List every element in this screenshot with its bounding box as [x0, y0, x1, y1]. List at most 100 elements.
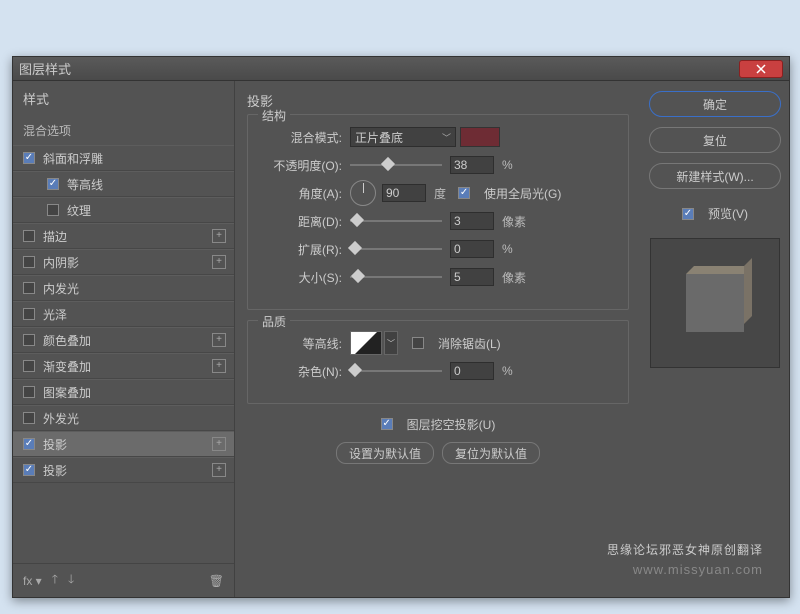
blend-mode-select[interactable]: 正片叠底 ﹀: [350, 127, 456, 147]
spread-slider[interactable]: [350, 242, 442, 256]
angle-input[interactable]: 90: [382, 184, 426, 202]
sidebar-item-label: 图案叠加: [43, 384, 91, 401]
sidebar-item-1[interactable]: 等高线: [13, 171, 234, 197]
layer-style-dialog: 图层样式 样式 混合选项 斜面和浮雕等高线纹理描边+ 内阴影 + 内发光光泽颜色叠加 +…: [12, 56, 790, 598]
sidebar-item-6[interactable]: 光泽: [13, 301, 234, 327]
sidebar-item-4[interactable]: 内阴影 +: [13, 249, 234, 275]
antialias-label: 消除锯齿(L): [438, 335, 501, 352]
sidebar-item-12[interactable]: 投影 +: [13, 457, 234, 483]
spread-label: 扩展(R):: [258, 241, 342, 258]
sidebar-item-8[interactable]: 渐变叠加 +: [13, 353, 234, 379]
distance-label: 距离(D):: [258, 213, 342, 230]
sidebar-item-11[interactable]: 投影 +: [13, 431, 234, 457]
noise-slider[interactable]: [350, 364, 442, 378]
contour-label: 等高线:: [258, 335, 342, 352]
sidebar-item-checkbox[interactable]: [23, 412, 35, 424]
sidebar-item-label: 投影: [43, 436, 67, 453]
close-button[interactable]: [739, 60, 783, 78]
sidebar-footer: fx ▾ 🡑 🡓 🗑: [13, 563, 234, 597]
sidebar-header: 样式: [13, 81, 234, 116]
structure-group: 结构 混合模式: 正片叠底 ﹀ 不透明度(O): 38 %: [247, 114, 629, 310]
sidebar-item-checkbox[interactable]: [23, 386, 35, 398]
contour-dropdown[interactable]: ﹀: [384, 331, 398, 355]
sidebar-item-label: 内阴影: [43, 254, 79, 271]
sidebar-item-checkbox[interactable]: [23, 464, 35, 476]
distance-input[interactable]: 3: [450, 212, 494, 230]
sidebar-item-3[interactable]: 描边+: [13, 223, 234, 249]
sidebar-item-checkbox[interactable]: [23, 334, 35, 346]
opacity-input[interactable]: 38: [450, 156, 494, 174]
right-column: 确定 复位 新建样式(W)... 预览(V): [641, 81, 789, 597]
size-input[interactable]: 5: [450, 268, 494, 286]
plus-icon[interactable]: +: [212, 359, 226, 373]
plus-icon[interactable]: +: [212, 333, 226, 347]
shadow-color-swatch[interactable]: [460, 127, 500, 147]
structure-legend: 结构: [258, 107, 290, 124]
preview-box: [650, 238, 780, 368]
sidebar-subheader[interactable]: 混合选项: [13, 116, 234, 145]
sidebar-item-label: 渐变叠加: [43, 358, 91, 375]
sidebar-item-5[interactable]: 内发光: [13, 275, 234, 301]
sidebar-item-checkbox[interactable]: [23, 308, 35, 320]
plus-icon[interactable]: +: [212, 463, 226, 477]
new-style-button[interactable]: 新建样式(W)...: [649, 163, 781, 189]
knockout-checkbox[interactable]: [381, 418, 393, 430]
noise-input[interactable]: 0: [450, 362, 494, 380]
noise-label: 杂色(N):: [258, 363, 342, 380]
angle-unit: 度: [434, 185, 446, 202]
sidebar-item-label: 斜面和浮雕: [43, 150, 103, 167]
antialias-checkbox[interactable]: [412, 337, 424, 349]
preview-label: 预览(V): [708, 205, 748, 222]
distance-slider[interactable]: [350, 214, 442, 228]
sidebar-item-9[interactable]: 图案叠加: [13, 379, 234, 405]
chevron-down-icon: ﹀: [442, 131, 451, 144]
spread-input[interactable]: 0: [450, 240, 494, 258]
opacity-slider[interactable]: [350, 158, 442, 172]
size-slider[interactable]: [350, 270, 442, 284]
plus-icon[interactable]: +: [212, 229, 226, 243]
sidebar-item-10[interactable]: 外发光: [13, 405, 234, 431]
sidebar-item-label: 等高线: [67, 176, 103, 193]
sidebar-item-checkbox[interactable]: [23, 360, 35, 372]
sidebar-item-label: 外发光: [43, 410, 79, 427]
sidebar-item-7[interactable]: 颜色叠加 +: [13, 327, 234, 353]
angle-dial[interactable]: [350, 180, 376, 206]
quality-group: 品质 等高线: ﹀ 消除锯齿(L) 杂色(N): 0: [247, 320, 629, 404]
sidebar-item-checkbox[interactable]: [23, 282, 35, 294]
up-icon[interactable]: 🡑: [52, 570, 58, 591]
sidebar-item-label: 投影: [43, 462, 67, 479]
preview-checkbox[interactable]: [682, 208, 694, 220]
global-light-checkbox[interactable]: [458, 187, 470, 199]
panel-title: 投影: [247, 91, 629, 110]
plus-icon[interactable]: +: [212, 437, 226, 451]
reset-default-button[interactable]: 复位为默认值: [442, 442, 540, 464]
sidebar-item-checkbox[interactable]: [47, 204, 59, 216]
size-label: 大小(S):: [258, 269, 342, 286]
preview-cube: [686, 274, 744, 332]
sidebar-item-checkbox[interactable]: [47, 178, 59, 190]
sidebar-item-checkbox[interactable]: [23, 152, 35, 164]
sidebar-item-0[interactable]: 斜面和浮雕: [13, 145, 234, 171]
sidebar-item-checkbox[interactable]: [23, 230, 35, 242]
trash-icon[interactable]: 🗑: [209, 574, 224, 588]
titlebar[interactable]: 图层样式: [13, 57, 789, 81]
sidebar-item-checkbox[interactable]: [23, 438, 35, 450]
sidebar-item-label: 内发光: [43, 280, 79, 297]
contour-picker[interactable]: [350, 331, 382, 355]
fx-icon[interactable]: fx ▾: [23, 574, 42, 588]
ok-button[interactable]: 确定: [649, 91, 781, 117]
knockout-label: 图层挖空投影(U): [407, 416, 496, 433]
quality-legend: 品质: [258, 313, 290, 330]
set-default-button[interactable]: 设置为默认值: [336, 442, 434, 464]
plus-icon[interactable]: +: [212, 255, 226, 269]
sidebar-item-checkbox[interactable]: [23, 256, 35, 268]
dialog-title: 图层样式: [19, 59, 739, 78]
sidebar-item-label: 颜色叠加: [43, 332, 91, 349]
styles-sidebar: 样式 混合选项 斜面和浮雕等高线纹理描边+ 内阴影 + 内发光光泽颜色叠加 + 渐变叠加 +…: [13, 81, 235, 597]
opacity-unit: %: [502, 158, 513, 172]
sidebar-item-2[interactable]: 纹理: [13, 197, 234, 223]
settings-panel: 投影 结构 混合模式: 正片叠底 ﹀ 不透明度(O): 3: [235, 81, 641, 597]
close-icon: [756, 64, 766, 74]
down-icon[interactable]: 🡓: [68, 570, 74, 591]
cancel-button[interactable]: 复位: [649, 127, 781, 153]
